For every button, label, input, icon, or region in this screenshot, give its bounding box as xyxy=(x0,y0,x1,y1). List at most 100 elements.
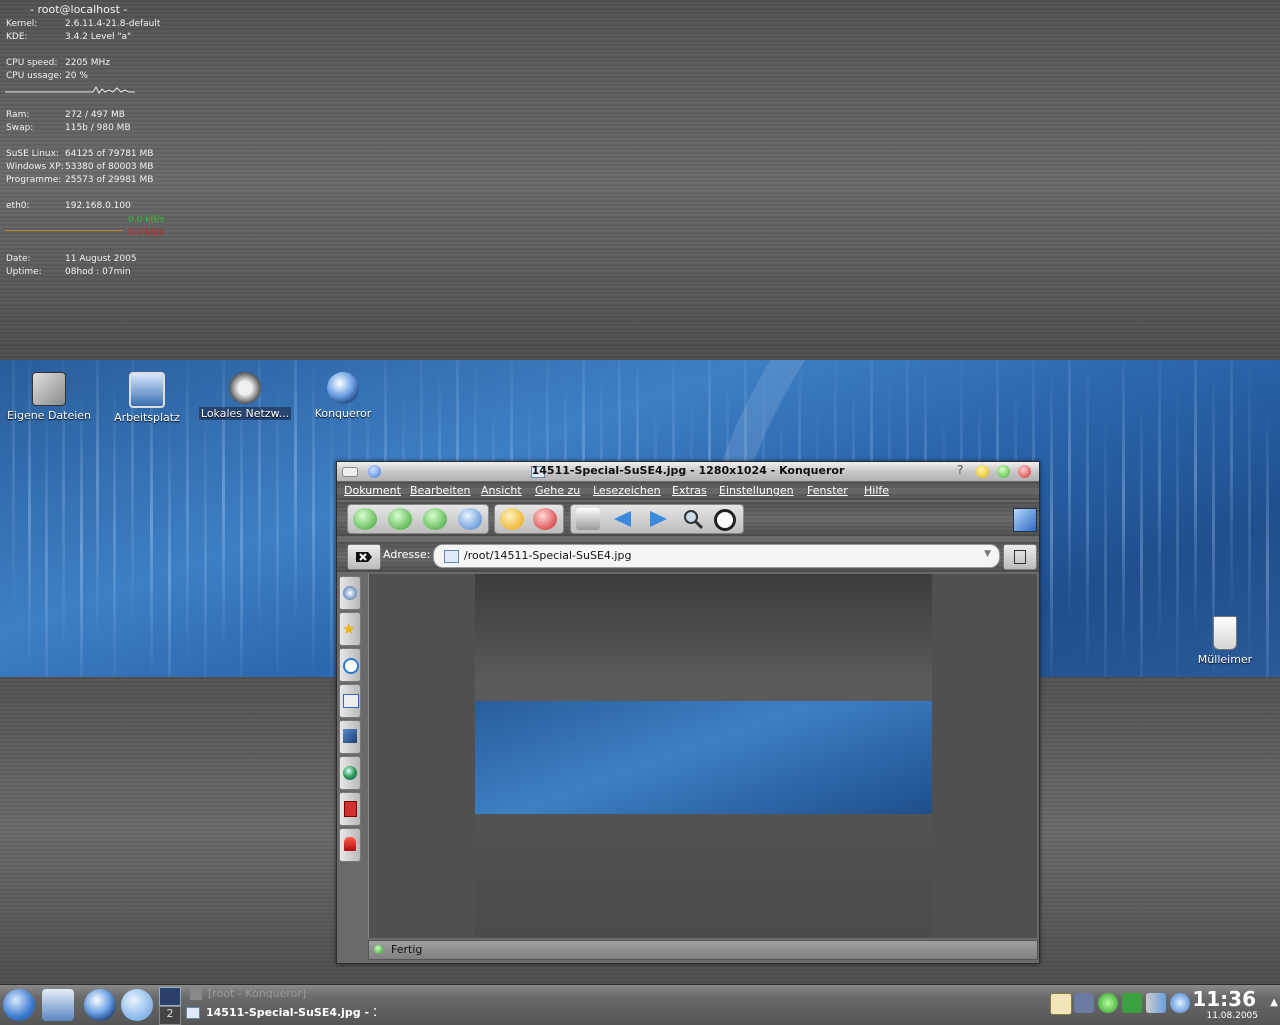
clear-location-button[interactable] xyxy=(347,544,381,570)
up-arrow-icon[interactable] xyxy=(423,508,447,530)
go-button[interactable] xyxy=(1003,544,1037,570)
toolbar xyxy=(337,502,1039,536)
chevron-down-icon[interactable]: ▼ xyxy=(984,549,991,559)
wallpaper-streak xyxy=(1104,413,1107,677)
volume-icon[interactable] xyxy=(1146,993,1166,1013)
sidebar-tab-history[interactable] xyxy=(339,576,361,610)
sysmon-row-disk-suse: SuSE Linux: 64125 of 79781 MB xyxy=(6,149,154,159)
konqueror-globe-icon[interactable] xyxy=(84,989,116,1021)
location-bar: Adresse: /root/14511-Special-SuSE4.jpg ▼ xyxy=(337,542,1039,572)
sysmon-row-eth0: eth0: 192.168.0.100 xyxy=(6,201,131,211)
taskbar-task-image[interactable]: 14511-Special-SuSE4.jpg - 1280x xyxy=(186,1006,376,1024)
home-icon[interactable] xyxy=(458,508,482,530)
desktop-pager-2[interactable]: 2 xyxy=(159,1006,181,1025)
wallpaper-streak xyxy=(45,406,48,677)
sidebar-tab-clock[interactable] xyxy=(339,648,361,682)
menu-extras[interactable]: Extras xyxy=(672,484,707,497)
computer-icon xyxy=(129,372,165,408)
displayed-image-blue-band xyxy=(475,701,932,814)
sidebar-tab-network[interactable] xyxy=(339,720,361,754)
status-light-icon xyxy=(374,945,383,954)
menu-ansicht[interactable]: Ansicht xyxy=(481,484,522,497)
history-icon xyxy=(343,586,357,600)
menu-dokument[interactable]: Dokument xyxy=(344,484,401,497)
print-icon[interactable] xyxy=(576,508,600,530)
address-value: /root/14511-Special-SuSE4.jpg xyxy=(464,549,632,562)
root-folder-icon xyxy=(344,837,356,851)
toolbar-tools-group xyxy=(570,504,744,534)
sysmon-row-cpu-speed: CPU speed: 2205 MHz xyxy=(6,58,111,68)
window-title: 14511-Special-SuSE4.jpg - 1280x1024 - Ko… xyxy=(531,464,845,477)
desktop-icon-konqueror[interactable]: Konqueror xyxy=(295,372,391,420)
desktop-icon-muelleimer[interactable]: Mülleimer xyxy=(1177,616,1273,666)
cpu-graph xyxy=(5,85,135,94)
statusbar: Fertig xyxy=(368,940,1038,960)
taskbar-task-konqueror[interactable]: [root - Konqueror] xyxy=(186,987,436,1005)
network-tray-icon[interactable] xyxy=(1074,993,1094,1013)
bluetooth-icon[interactable] xyxy=(1170,993,1190,1013)
menu-gehe-zu[interactable]: Gehe zu xyxy=(535,484,580,497)
wallpaper-streak xyxy=(1158,360,1161,649)
help-icon[interactable] xyxy=(121,989,153,1021)
go-icon xyxy=(1014,550,1026,564)
stop-icon[interactable] xyxy=(533,508,557,530)
net-graph xyxy=(5,230,123,231)
sysmon-row-uptime: Uptime: 08hod : 07min xyxy=(6,267,131,277)
sysmon-title: - root@localhost - xyxy=(30,3,128,16)
sidebar-tab-media[interactable] xyxy=(339,792,361,826)
home-folder-icon xyxy=(32,372,66,406)
maximize-button[interactable] xyxy=(997,465,1010,478)
close-button[interactable] xyxy=(1018,465,1031,478)
wallpaper-streak xyxy=(1194,360,1197,635)
globe-icon xyxy=(343,766,357,780)
previous-icon[interactable] xyxy=(611,508,635,530)
sysmon-row-swap: Swap: 115b / 980 MB xyxy=(6,123,131,133)
address-input[interactable]: /root/14511-Special-SuSE4.jpg ▼ xyxy=(433,544,1000,568)
minimize-button[interactable] xyxy=(976,465,989,478)
star-icon: ★ xyxy=(342,620,356,638)
clock-time[interactable]: 11:36 xyxy=(1192,987,1256,1011)
menu-lesezeichen[interactable]: Lesezeichen xyxy=(593,484,661,497)
panel-hide-arrow-icon[interactable]: ▲ xyxy=(1270,997,1278,1008)
wallpaper-streak xyxy=(1086,360,1089,677)
desktop-icon-arbeitsplatz[interactable]: Arbeitsplatz xyxy=(99,372,195,424)
kmenu-suse-icon[interactable] xyxy=(3,989,35,1021)
sysmon-row-disk-winxp: Windows XP:53380 of 80003 MB xyxy=(6,162,154,172)
wallpaper-streak xyxy=(276,375,279,677)
home-folder-icon[interactable] xyxy=(42,989,74,1021)
sidebar-tab-bookmarks[interactable]: ★ xyxy=(339,612,361,646)
desktop-icon-lokales-netzwerk[interactable]: Lokales Netzw... xyxy=(197,372,293,420)
back-arrow-icon[interactable] xyxy=(353,508,377,530)
net-download-rate: 0.0 kB/s xyxy=(128,228,165,238)
sysmon-row-disk-programme: Programme: 25573 of 29981 MB xyxy=(6,175,154,185)
navigation-panel-tabs: ★ xyxy=(339,574,361,874)
sidebar-tab-services[interactable] xyxy=(339,756,361,790)
desktop-pager-1[interactable] xyxy=(159,987,181,1006)
sysmon-row-ram: Ram: 272 / 497 MB xyxy=(6,110,125,120)
network-icon xyxy=(229,372,261,404)
forward-arrow-icon[interactable] xyxy=(388,508,412,530)
suse-watcher-icon[interactable] xyxy=(1098,993,1118,1013)
wallpaper-streak xyxy=(330,414,333,677)
image-viewer-area xyxy=(368,574,1037,938)
sidebar-tab-devices[interactable] xyxy=(339,684,361,718)
sidebar-tab-root[interactable] xyxy=(339,828,361,862)
desktop-icon-eigene-dateien[interactable]: Eigene Dateien xyxy=(1,372,97,422)
klipper-icon[interactable] xyxy=(1050,993,1072,1015)
menu-bearbeiten[interactable]: Bearbeiten xyxy=(410,484,470,497)
wallpaper-streak xyxy=(1230,360,1233,621)
window-titlebar[interactable]: 14511-Special-SuSE4.jpg - 1280x1024 - Ko… xyxy=(337,462,1039,481)
menu-einstellungen[interactable]: Einstellungen xyxy=(719,484,794,497)
reload-icon[interactable] xyxy=(500,508,524,530)
folder-icon xyxy=(343,694,359,708)
power-icon[interactable] xyxy=(1122,993,1142,1013)
address-label: Adresse: xyxy=(383,548,431,561)
help-button[interactable]: ? xyxy=(957,463,963,477)
zoom-icon[interactable] xyxy=(681,508,705,530)
next-icon[interactable] xyxy=(646,508,670,530)
displayed-image xyxy=(475,574,932,938)
menu-hilfe[interactable]: Hilfe xyxy=(864,484,889,497)
menu-fenster[interactable]: Fenster xyxy=(807,484,848,497)
globe-icon xyxy=(327,372,359,404)
rotate-icon[interactable] xyxy=(714,509,736,531)
